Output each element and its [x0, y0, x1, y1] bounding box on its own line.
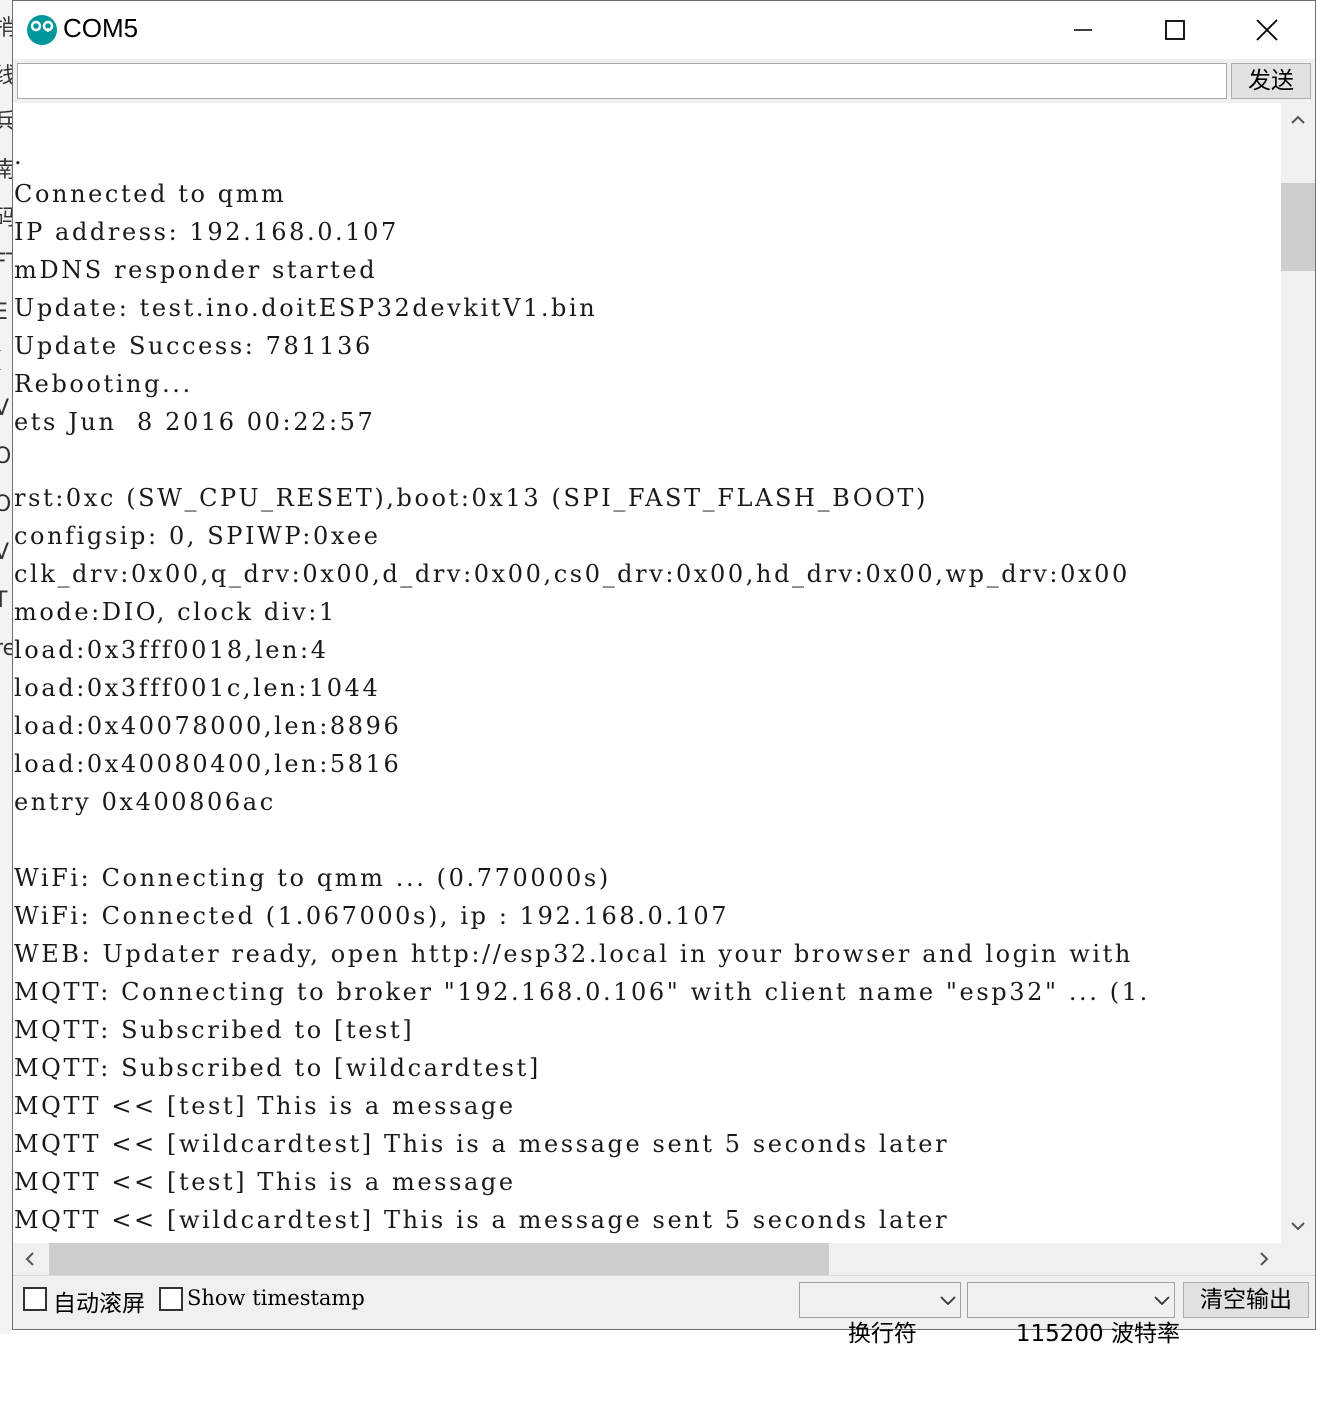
output-line: WEB: Updater ready, open http://esp32.lo… [14, 940, 1133, 968]
chevron-down-icon [1291, 1222, 1305, 1231]
output-line: WiFi: Connecting to qmm ... (0.770000s) [14, 864, 611, 892]
chevron-right-icon [1260, 1252, 1269, 1266]
vertical-scrollbar[interactable] [1281, 103, 1315, 1243]
output-line: MQTT << [wildcardtest] This is a message… [14, 1206, 950, 1234]
output-line: MQTT << [test] This is a message [14, 1168, 516, 1196]
background-glyph: V [0, 540, 10, 565]
background-glyph: 线 [0, 64, 12, 89]
output-line: Rebooting... [14, 370, 193, 398]
serial-output[interactable]: . Connected to qmm IP address: 192.168.0.1… [13, 103, 1281, 1243]
output-line: MQTT << [test] This is a message [14, 1092, 516, 1120]
background-glyph: 捎 [0, 16, 12, 41]
scroll-right-arrow[interactable] [1247, 1243, 1281, 1275]
background-glyph: 南 [0, 158, 12, 183]
output-line: ets Jun 8 2016 00:22:57 [14, 408, 376, 436]
background-glyph: T [0, 588, 8, 613]
minimize-icon [1074, 29, 1092, 31]
autoscroll-label[interactable]: 自动滚屏 [53, 1284, 145, 1318]
close-button[interactable] [1221, 1, 1313, 59]
output-line: rst:0xc (SW_CPU_RESET),boot:0x13 (SPI_FA… [14, 484, 928, 512]
arduino-infinity-icon [27, 15, 57, 45]
background-glyph: E [0, 300, 8, 325]
background-glyph: OF [0, 444, 12, 469]
output-line: mode:DIO, clock div:1 [14, 598, 337, 626]
output-line: MQTT: Subscribed to [test] [14, 1016, 415, 1044]
output-line: MQTT << [wildcardtest] This is a message… [14, 1130, 950, 1158]
chevron-down-icon [940, 1283, 956, 1317]
horizontal-scroll-thumb[interactable] [49, 1243, 829, 1275]
output-line: MQTT: Subscribed to [wildcardtest] [14, 1054, 541, 1082]
send-button[interactable]: 发送 [1231, 63, 1311, 99]
status-toolbar: 自动滚屏 Show timestamp 换行符 115200 波特率 清空输出 [13, 1275, 1315, 1347]
clear-output-button[interactable]: 清空输出 [1183, 1282, 1309, 1318]
serial-monitor-window: COM5 发送 . Connected to qmm IP address: 192… [12, 0, 1316, 1347]
chevron-up-icon [1291, 115, 1305, 124]
scroll-down-arrow[interactable] [1281, 1209, 1315, 1243]
output-line: . [14, 142, 25, 170]
output-line: load:0x40078000,len:8896 [14, 712, 402, 740]
output-line: Update: test.ino.doitESP32devkitV1.bin [14, 294, 598, 322]
output-line: load:0x40080400,len:5816 [14, 750, 402, 778]
maximize-icon [1165, 20, 1185, 40]
close-icon [1256, 19, 1278, 41]
maximize-button[interactable] [1129, 1, 1221, 59]
chevron-left-icon [25, 1252, 34, 1266]
background-glyph: V [0, 396, 10, 421]
output-line: mDNS responder started [14, 256, 378, 284]
output-line: Update Success: 781136 [14, 332, 373, 360]
output-line: configsip: 0, SPIWP:0xee [14, 522, 381, 550]
line-ending-select[interactable]: 换行符 [799, 1282, 961, 1347]
background-glyph: FT [0, 250, 12, 275]
output-line: WiFi: Connected (1.067000s), ip : 192.16… [14, 902, 730, 930]
line-ending-value: 换行符 [847, 1321, 917, 1347]
chevron-down-icon [1154, 1283, 1170, 1317]
output-line: MQTT: Connecting to broker "192.168.0.10… [14, 978, 1150, 1006]
horizontal-scrollbar[interactable] [13, 1243, 1281, 1275]
output-line: load:0x3fff001c,len:1044 [14, 674, 381, 702]
show-timestamp-label[interactable]: Show timestamp [187, 1286, 365, 1310]
show-timestamp-checkbox[interactable] [159, 1287, 183, 1311]
background-glyph: ( [0, 348, 3, 373]
vertical-scroll-thumb[interactable] [1281, 183, 1315, 271]
scroll-up-arrow[interactable] [1281, 103, 1315, 137]
output-line: Connected to qmm [14, 180, 287, 208]
autoscroll-checkbox[interactable] [23, 1287, 47, 1311]
send-toolbar: 发送 [13, 59, 1315, 103]
send-input[interactable] [17, 63, 1227, 99]
scrollbar-corner [1281, 1243, 1315, 1275]
background-glyph: OF [0, 492, 12, 517]
background-glyph: 码 [0, 206, 12, 231]
output-line: IP address: 192.168.0.107 [14, 218, 399, 246]
minimize-button[interactable] [1037, 1, 1129, 59]
output-line: clk_drv:0x00,q_drv:0x00,d_drv:0x00,cs0_d… [14, 560, 1130, 588]
title-bar[interactable]: COM5 [13, 1, 1315, 59]
output-line: entry 0x400806ac [14, 788, 276, 816]
output-line: load:0x3fff0018,len:4 [14, 636, 329, 664]
scroll-left-arrow[interactable] [13, 1243, 47, 1275]
baud-rate-value: 115200 波特率 [1015, 1321, 1180, 1347]
background-glyph: 兵 [0, 110, 12, 135]
background-window-edge: 捎 线 兵 南 码 FT E ( V OF OF V T re [0, 0, 12, 1334]
background-glyph: re [0, 636, 12, 661]
baud-rate-select[interactable]: 115200 波特率 [967, 1282, 1180, 1347]
window-title: COM5 [63, 13, 139, 43]
